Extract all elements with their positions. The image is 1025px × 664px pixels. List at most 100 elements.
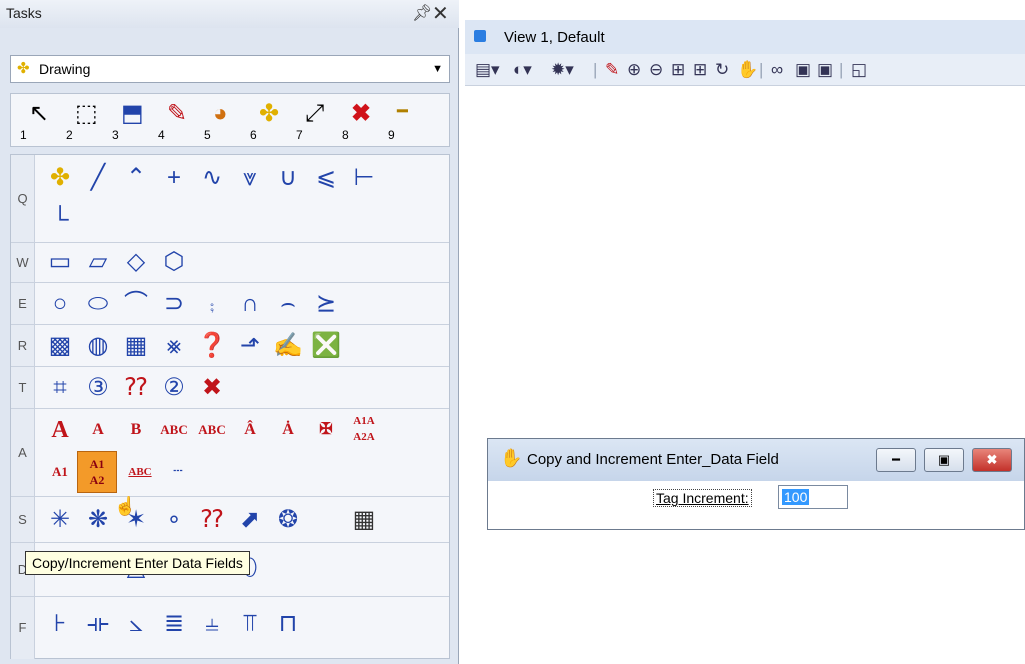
- point-icon[interactable]: +: [155, 159, 193, 197]
- rotate-view-icon[interactable]: ↻: [715, 59, 729, 81]
- select-cell-icon[interactable]: ❋: [79, 501, 117, 539]
- main-tool-5[interactable]: ◕ 5: [201, 98, 247, 144]
- copy-increment-text-icon[interactable]: Ȧ: [269, 411, 307, 449]
- multiline-icon[interactable]: ⌃: [117, 159, 155, 197]
- change-tags-icon[interactable]: ②: [155, 369, 193, 407]
- group-key: E: [11, 283, 35, 324]
- main-tool-7[interactable]: ⤢ 7: [293, 98, 339, 144]
- intersection-icon[interactable]: └: [41, 201, 79, 239]
- group-a: A A A B ABC ABC Â Ȧ ✠ A1A A2A A1 A1 A2 A…: [11, 409, 449, 497]
- main-tool-1[interactable]: ↖ 1: [17, 98, 63, 144]
- zoom-out-icon[interactable]: ⊖: [649, 59, 663, 81]
- circle-icon[interactable]: ○: [41, 285, 79, 323]
- crosshatch-area-icon[interactable]: ◍: [79, 327, 117, 365]
- angle-dimension-icon[interactable]: ⦣: [117, 605, 155, 643]
- element-selection-icon[interactable]: ✤: [41, 159, 79, 197]
- zoom-in-icon[interactable]: ⊕: [627, 59, 641, 81]
- copy-enter-data-icon[interactable]: ABC: [121, 453, 159, 491]
- view-lighting-icon[interactable]: ✹▾: [551, 59, 574, 81]
- hatch-area-icon[interactable]: ▩: [41, 327, 79, 365]
- copy-increment-enter-data-button[interactable]: A1 A2: [77, 451, 117, 493]
- place-text-node-icon[interactable]: ✠: [307, 411, 345, 449]
- main-tool-3[interactable]: ⬒ 3: [109, 98, 155, 144]
- match-pattern-icon[interactable]: ⬏: [231, 327, 269, 365]
- ordinate-icon[interactable]: ≣: [155, 605, 193, 643]
- dialog-titlebar[interactable]: ✋ Copy and Increment Enter_Data Field ━ …: [488, 439, 1024, 481]
- previous-view-icon[interactable]: ▣: [795, 59, 811, 81]
- view-attributes-icon[interactable]: ▤▾: [475, 59, 500, 81]
- drop-cell-icon[interactable]: ❂: [269, 501, 307, 539]
- dialog-close-button[interactable]: ✖: [972, 448, 1012, 472]
- copy-view-icon[interactable]: ◱: [851, 59, 867, 81]
- measure-icon: ━: [397, 101, 408, 121]
- find-replace-text-icon[interactable]: ABC: [193, 411, 231, 449]
- close-icon[interactable]: ✕: [432, 1, 449, 26]
- chain-dimension-icon[interactable]: ⊓: [269, 605, 307, 643]
- tag-increment-input[interactable]: 100: [778, 485, 848, 509]
- main-tool-6[interactable]: ✤ 6: [247, 98, 293, 144]
- arc-icon[interactable]: ⌒: [117, 285, 155, 323]
- identify-cell-icon[interactable]: ⁇: [193, 501, 231, 539]
- rectangle-icon[interactable]: ▭: [41, 243, 79, 281]
- delete-pattern-icon[interactable]: ❎: [307, 327, 345, 365]
- smartline-icon[interactable]: ∿: [193, 159, 231, 197]
- modify-pattern-icon[interactable]: ✍: [269, 327, 307, 365]
- ellipse-icon[interactable]: ⬭: [79, 285, 117, 323]
- main-tool-8[interactable]: ✖ 8: [339, 98, 385, 144]
- increment-text-icon[interactable]: A1A A2A: [345, 409, 383, 447]
- polyline-icon[interactable]: ⩔: [231, 159, 269, 197]
- linear-pattern-icon[interactable]: ⨳: [155, 327, 193, 365]
- change-text-attributes-icon[interactable]: Â: [231, 411, 269, 449]
- next-view-icon[interactable]: ▣: [817, 59, 833, 81]
- polygon-icon[interactable]: ⬡: [155, 243, 193, 281]
- spell-checker-icon[interactable]: ABC: [155, 411, 193, 449]
- line-icon[interactable]: ╱: [79, 159, 117, 197]
- window-area-icon[interactable]: ⊞: [671, 59, 685, 81]
- partial-ellipse-icon[interactable]: ⌢: [269, 285, 307, 323]
- size-arrow-icon[interactable]: ⟛: [79, 605, 117, 643]
- line-dimension-icon[interactable]: ⊦: [41, 605, 79, 643]
- place-text-icon[interactable]: A: [41, 411, 79, 449]
- fill-enter-data-icon[interactable]: A1: [41, 453, 79, 491]
- orthogonal-shape-icon[interactable]: ◇: [117, 243, 155, 281]
- pin-icon[interactable]: 📌︎: [412, 3, 432, 23]
- view-window: View 1, Default ▤▾ ◐▾ ✹▾ | ✎ ⊕ ⊖ ⊞ ⊞ ↻ ✋…: [465, 20, 1025, 664]
- arc-3point-icon[interactable]: ⊃: [155, 285, 193, 323]
- stacked-dimension-icon[interactable]: ⫪: [231, 605, 269, 643]
- main-tool-9[interactable]: ━ 9: [385, 98, 431, 144]
- restore-button[interactable]: ▣: [924, 448, 964, 472]
- chevron-down-icon[interactable]: ▼: [432, 63, 443, 75]
- main-tool-4[interactable]: ✎ 4: [155, 98, 201, 144]
- attach-tag-icon[interactable]: ⌗: [41, 369, 79, 407]
- pan-view-icon[interactable]: ✋: [737, 59, 758, 81]
- view-icon: [474, 30, 486, 42]
- delete-tag-icon[interactable]: ✖: [193, 369, 231, 407]
- place-note-icon[interactable]: A: [79, 411, 117, 449]
- construct-perp-icon[interactable]: ⊢: [345, 159, 383, 197]
- minimize-button[interactable]: ━: [876, 448, 916, 472]
- review-tags-icon[interactable]: ⁇: [117, 369, 155, 407]
- modify-arc-icon[interactable]: ⪰: [307, 285, 345, 323]
- walk-icon[interactable]: ∞: [771, 59, 783, 81]
- place-cell-icon[interactable]: ✳: [41, 501, 79, 539]
- dialog-title: Copy and Increment Enter_Data Field: [527, 451, 779, 468]
- edit-text-icon[interactable]: B: [117, 411, 155, 449]
- arc-modify-icon[interactable]: ⨾: [193, 285, 231, 323]
- arc-center-icon[interactable]: ∩: [231, 285, 269, 323]
- display-style-icon[interactable]: ◐▾: [513, 59, 532, 81]
- table-icon[interactable]: ▦: [345, 501, 383, 539]
- cell-origin-icon[interactable]: ∘: [155, 501, 193, 539]
- fit-view-icon[interactable]: ⊞: [693, 59, 707, 81]
- curve-icon[interactable]: ∪: [269, 159, 307, 197]
- show-pattern-icon[interactable]: ❓: [193, 327, 231, 365]
- pattern-area-icon[interactable]: ▦: [117, 327, 155, 365]
- task-selector-dropdown[interactable]: ✤ Drawing ▼: [10, 55, 450, 83]
- edit-tags-icon[interactable]: ③: [79, 369, 117, 407]
- main-tool-2[interactable]: ⬚ 2: [63, 98, 109, 144]
- update-view-icon[interactable]: ✎: [605, 59, 619, 81]
- construct-angle-icon[interactable]: ⩽: [307, 159, 345, 197]
- enter-data-field-icon[interactable]: ┄: [159, 453, 197, 491]
- arc-dimension-icon[interactable]: ⫨: [193, 605, 231, 643]
- shape-icon[interactable]: ▱: [79, 243, 117, 281]
- replace-cells-icon[interactable]: ⬈: [231, 501, 269, 539]
